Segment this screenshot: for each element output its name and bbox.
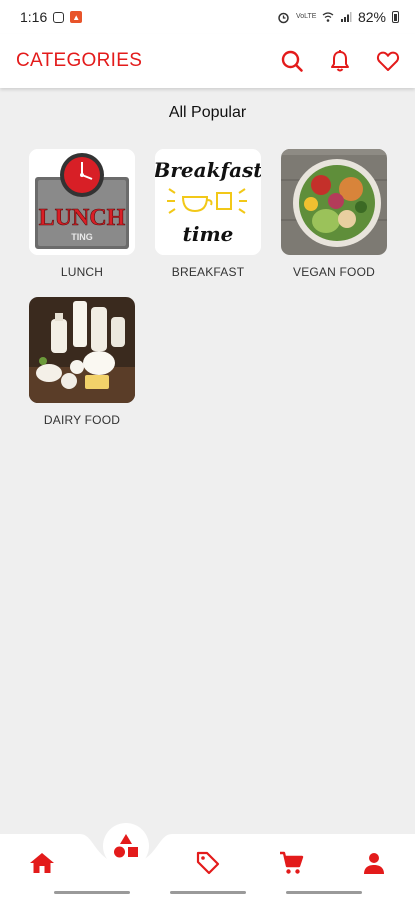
app-bar: CATEGORIES [0, 34, 415, 88]
categories-screen: 1:16 ▲ VoLTE 82% CATEGORIES All Popular … [0, 0, 415, 900]
favorites-button[interactable] [375, 48, 401, 74]
category-grid: LUNCH TING LUNCH Breakfast time BREAKFAS… [28, 149, 388, 427]
gesture-bar-left [54, 891, 130, 894]
search-icon [281, 50, 303, 72]
lunch-sign-text: LUNCH [39, 205, 126, 231]
alarm-icon [278, 12, 289, 23]
category-tile-vegan-food[interactable]: VEGAN FOOD [280, 149, 388, 279]
volte-label: VoLTE [295, 13, 317, 20]
nav-home-button[interactable] [27, 848, 57, 878]
battery-percent: 82% [357, 9, 386, 25]
battery-icon [392, 11, 399, 23]
nav-cart-button[interactable] [276, 848, 306, 878]
notifications-button[interactable] [327, 48, 353, 74]
breakfast-time-lettering-image: Breakfast time [155, 149, 261, 255]
category-tile-dairy-food[interactable]: DAIRY FOOD [28, 297, 136, 427]
breakfast-image-text: Breakfast [155, 158, 261, 182]
gesture-bar-right [286, 891, 362, 894]
status-bar: 1:16 ▲ VoLTE 82% [0, 0, 415, 34]
category-tile-lunch[interactable]: LUNCH TING LUNCH [28, 149, 136, 279]
categories-shapes-icon [114, 834, 138, 858]
vegan-bowl-image [281, 149, 387, 255]
wifi-signal-icon [322, 12, 334, 22]
category-label: DAIRY FOOD [43, 413, 121, 427]
nav-categories-button[interactable] [103, 823, 149, 869]
status-right: VoLTE 82% [277, 9, 399, 25]
home-icon [30, 853, 54, 873]
category-label: VEGAN FOOD [292, 265, 375, 279]
status-left: 1:16 ▲ [20, 9, 83, 25]
app-notification-icon: ▲ [70, 11, 83, 23]
search-button[interactable] [279, 48, 305, 74]
nav-profile-button[interactable] [359, 848, 389, 878]
dairy-products-image [29, 297, 135, 403]
category-label: LUNCH [60, 265, 104, 279]
cell-signal-icon [340, 12, 352, 22]
cart-icon [280, 851, 304, 874]
category-label: BREAKFAST [171, 265, 245, 279]
bell-icon [331, 50, 349, 72]
category-tile-breakfast[interactable]: Breakfast time BREAKFAST [154, 149, 262, 279]
gesture-bar-center [170, 891, 246, 894]
time-image-text: time [183, 222, 234, 246]
lunch-ting-sign-image: LUNCH TING [29, 149, 135, 255]
app-actions [279, 48, 401, 74]
instagram-notification-icon [53, 11, 65, 23]
status-time: 1:16 [20, 9, 48, 25]
page-title: CATEGORIES [16, 50, 143, 71]
heart-icon [376, 51, 400, 71]
nav-offers-button[interactable] [193, 848, 223, 878]
profile-icon [364, 853, 384, 874]
tag-icon [196, 851, 220, 875]
section-title: All Popular [168, 104, 247, 121]
ting-sign-text: TING [71, 232, 93, 242]
